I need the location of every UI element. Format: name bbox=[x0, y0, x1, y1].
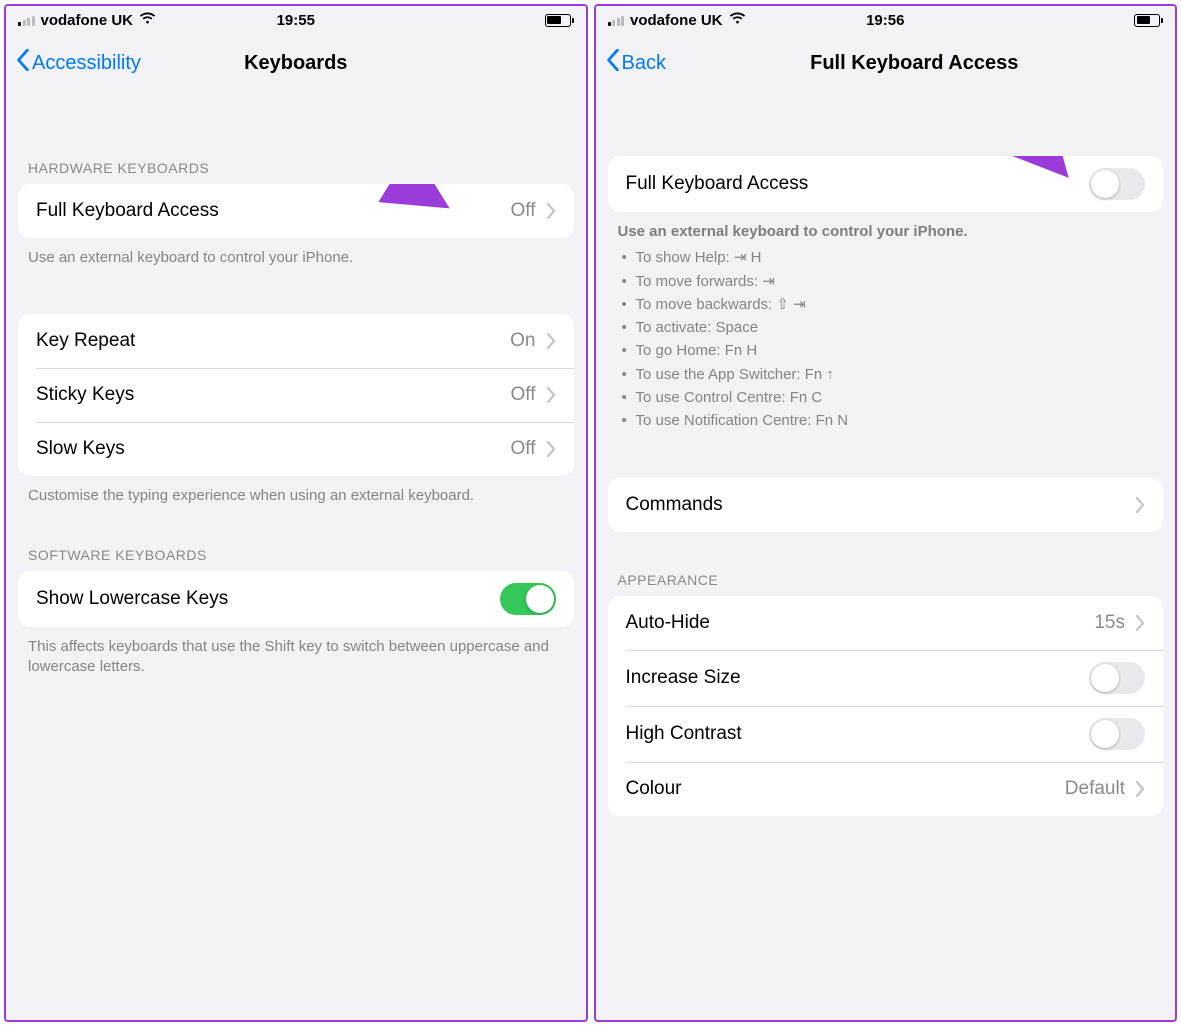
show-lowercase-row[interactable]: Show Lowercase Keys bbox=[18, 571, 574, 627]
status-time: 19:56 bbox=[866, 12, 904, 29]
high-contrast-row[interactable]: High Contrast bbox=[608, 706, 1164, 762]
help-item: To use the App Switcher: Fn ↑ bbox=[618, 363, 1154, 386]
help-item: To move backwards: ⇧ ⇥ bbox=[618, 293, 1154, 316]
status-time: 19:55 bbox=[277, 12, 315, 29]
high-contrast-toggle[interactable] bbox=[1089, 718, 1145, 750]
wifi-icon bbox=[729, 11, 746, 29]
software-keyboards-header: SOFTWARE KEYBOARDS bbox=[6, 507, 586, 571]
row-value: 15s bbox=[1094, 612, 1125, 634]
row-label: Colour bbox=[626, 778, 1065, 800]
row-label: Auto-Hide bbox=[626, 612, 1095, 634]
battery-icon bbox=[545, 14, 574, 27]
battery-icon bbox=[1134, 14, 1163, 27]
help-item: To activate: Space bbox=[618, 316, 1154, 339]
help-item: To go Home: Fn H bbox=[618, 339, 1154, 362]
full-keyboard-access-row[interactable]: Full Keyboard Access Off bbox=[18, 184, 574, 238]
colour-row[interactable]: Colour Default bbox=[608, 762, 1164, 816]
increase-size-row[interactable]: Increase Size bbox=[608, 650, 1164, 706]
lowercase-group: Show Lowercase Keys bbox=[18, 571, 574, 627]
chevron-right-icon bbox=[1135, 497, 1145, 513]
signal-icon bbox=[608, 14, 625, 26]
page-title: Full Keyboard Access bbox=[810, 52, 1018, 75]
appearance-header: APPEARANCE bbox=[596, 532, 1176, 596]
back-label: Accessibility bbox=[32, 52, 141, 75]
row-label: Slow Keys bbox=[36, 438, 511, 460]
show-lowercase-toggle[interactable] bbox=[500, 583, 556, 615]
hardware-keyboards-header: HARDWARE KEYBOARDS bbox=[6, 92, 586, 184]
increase-size-toggle[interactable] bbox=[1089, 662, 1145, 694]
row-label: Commands bbox=[626, 494, 1136, 516]
help-item: To show Help: ⇥ H bbox=[618, 246, 1154, 269]
chevron-right-icon bbox=[1135, 615, 1145, 631]
chevron-right-icon bbox=[546, 203, 556, 219]
back-button[interactable]: Back bbox=[606, 49, 666, 77]
full-keyboard-access-toggle-row[interactable]: Full Keyboard Access bbox=[608, 156, 1164, 212]
row-value: On bbox=[510, 330, 535, 352]
back-label: Back bbox=[622, 52, 666, 75]
carrier-label: vodafone UK bbox=[41, 12, 134, 29]
content-scroll[interactable]: Full Keyboard Access Use an external key… bbox=[596, 92, 1176, 1020]
help-item: To use Control Centre: Fn C bbox=[618, 386, 1154, 409]
phone-keyboards: vodafone UK 19:55 Accessibility Keyboard… bbox=[4, 4, 588, 1022]
row-label: Key Repeat bbox=[36, 330, 510, 352]
slow-keys-row[interactable]: Slow Keys Off bbox=[18, 422, 574, 476]
chevron-right-icon bbox=[546, 333, 556, 349]
full-keyboard-access-toggle[interactable] bbox=[1089, 168, 1145, 200]
content-scroll[interactable]: HARDWARE KEYBOARDS Full Keyboard Access … bbox=[6, 92, 586, 1020]
hardware-footer: Customise the typing experience when usi… bbox=[6, 476, 586, 506]
row-label: Show Lowercase Keys bbox=[36, 588, 500, 610]
row-label: Increase Size bbox=[626, 667, 1090, 689]
carrier-label: vodafone UK bbox=[630, 12, 723, 29]
help-item: To use Notification Centre: Fn N bbox=[618, 409, 1154, 432]
chevron-left-icon bbox=[16, 49, 30, 77]
status-bar: vodafone UK 19:56 bbox=[596, 6, 1176, 34]
nav-bar: Accessibility Keyboards bbox=[6, 34, 586, 92]
row-value: Off bbox=[511, 384, 536, 406]
row-label: Full Keyboard Access bbox=[626, 173, 1090, 195]
fka-group: Full Keyboard Access Off bbox=[18, 184, 574, 238]
wifi-icon bbox=[139, 11, 156, 29]
lowercase-footer: This affects keyboards that use the Shif… bbox=[6, 627, 586, 678]
chevron-right-icon bbox=[546, 441, 556, 457]
row-label: High Contrast bbox=[626, 723, 1090, 745]
fka-toggle-group: Full Keyboard Access bbox=[608, 156, 1164, 212]
row-label: Sticky Keys bbox=[36, 384, 511, 406]
help-list: To show Help: ⇥ H To move forwards: ⇥ To… bbox=[596, 242, 1176, 432]
commands-row[interactable]: Commands bbox=[608, 478, 1164, 532]
row-value: Off bbox=[511, 438, 536, 460]
chevron-left-icon bbox=[606, 49, 620, 77]
auto-hide-row[interactable]: Auto-Hide 15s bbox=[608, 596, 1164, 650]
back-button[interactable]: Accessibility bbox=[16, 49, 141, 77]
status-bar: vodafone UK 19:55 bbox=[6, 6, 586, 34]
chevron-right-icon bbox=[1135, 781, 1145, 797]
phone-full-keyboard-access: vodafone UK 19:56 Back Full Keyboard Acc… bbox=[594, 4, 1178, 1022]
page-title: Keyboards bbox=[244, 52, 347, 75]
key-repeat-row[interactable]: Key Repeat On bbox=[18, 314, 574, 368]
help-intro: Use an external keyboard to control your… bbox=[596, 212, 1176, 242]
fka-label: Full Keyboard Access bbox=[36, 200, 511, 222]
commands-group: Commands bbox=[608, 478, 1164, 532]
chevron-right-icon bbox=[546, 387, 556, 403]
appearance-group: Auto-Hide 15s Increase Size High Contras… bbox=[608, 596, 1164, 816]
nav-bar: Back Full Keyboard Access bbox=[596, 34, 1176, 92]
hardware-rows-group: Key Repeat On Sticky Keys Off Slow Keys … bbox=[18, 314, 574, 476]
sticky-keys-row[interactable]: Sticky Keys Off bbox=[18, 368, 574, 422]
row-value: Default bbox=[1065, 778, 1125, 800]
help-item: To move forwards: ⇥ bbox=[618, 270, 1154, 293]
fka-value: Off bbox=[511, 200, 536, 222]
fka-footer: Use an external keyboard to control your… bbox=[6, 238, 586, 268]
signal-icon bbox=[18, 14, 35, 26]
